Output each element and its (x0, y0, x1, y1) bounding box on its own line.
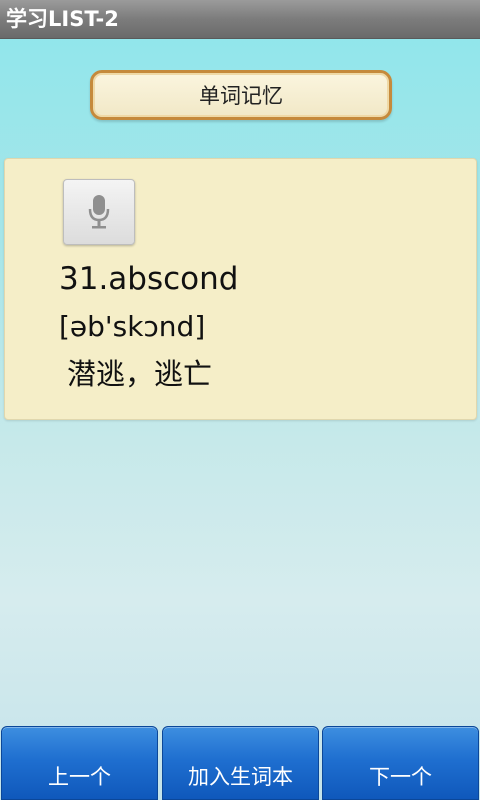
word-text: 31.abscond (59, 261, 239, 297)
microphone-icon (88, 195, 110, 229)
add-to-vocabulary-button[interactable]: 加入生词本 (162, 726, 319, 800)
phonetic-text: [əb'skɔnd] (59, 310, 206, 343)
header-label: 单词记忆 (199, 84, 283, 108)
next-label: 下一个 (369, 765, 432, 789)
bottom-navigation: 上一个 加入生词本 下一个 (0, 726, 480, 800)
next-button[interactable]: 下一个 (322, 726, 479, 800)
title-bar: 学习LIST-2 (0, 0, 480, 39)
app-title: 学习LIST-2 (6, 7, 119, 31)
add-to-vocabulary-label: 加入生词本 (188, 765, 293, 789)
word-memory-header-button[interactable]: 单词记忆 (90, 70, 392, 120)
meaning-text: 潜逃，逃亡 (67, 357, 213, 391)
word-card: 31.abscond [əb'skɔnd] 潜逃，逃亡 (4, 158, 477, 420)
previous-button[interactable]: 上一个 (1, 726, 158, 800)
pronounce-button[interactable] (63, 179, 135, 245)
previous-label: 上一个 (48, 765, 111, 789)
